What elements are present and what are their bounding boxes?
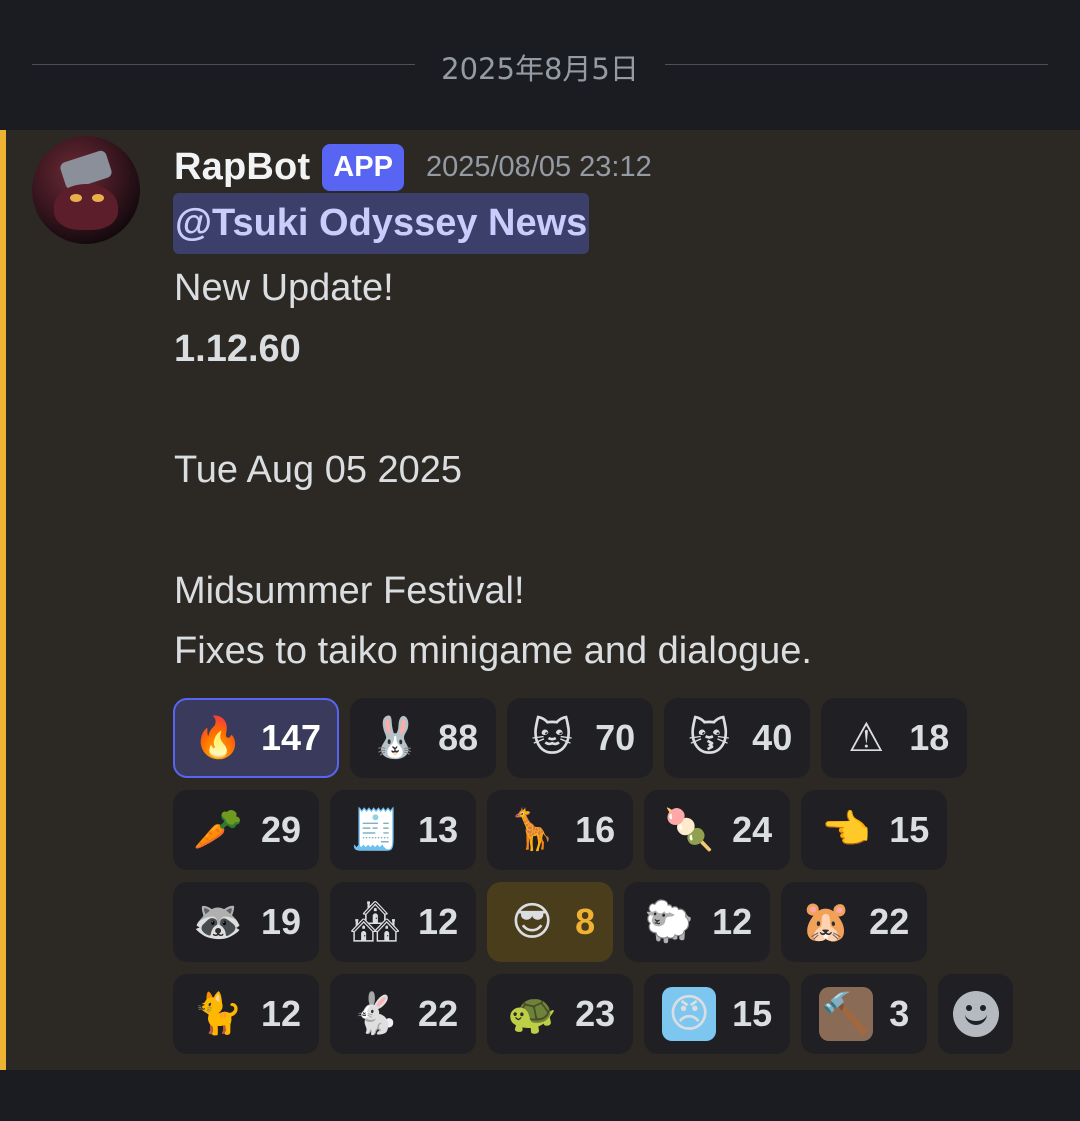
message-header: RapBot APP 2025/08/05 23:12 — [174, 142, 652, 192]
reaction-count: 8 — [575, 901, 596, 942]
divider-line-left — [32, 64, 415, 65]
reaction-button[interactable]: 🐰 88 — [350, 698, 497, 778]
reaction-button[interactable]: 🐑 12 — [624, 882, 771, 962]
add-reaction-button[interactable] — [938, 974, 1013, 1054]
fire-icon: 🔥 — [193, 715, 243, 761]
reaction-button[interactable]: 🍡 24 — [644, 790, 791, 870]
old-raccoon-icon: 🦝 — [193, 899, 243, 945]
reaction-button[interactable]: 🧾 13 — [330, 790, 477, 870]
reaction-count: 19 — [261, 901, 302, 942]
app-badge: APP — [322, 143, 404, 191]
smiley-face-part — [964, 1013, 987, 1025]
smiley-face-part — [979, 1005, 986, 1011]
receipt-icon: 🧾 — [350, 807, 400, 853]
reaction-count: 12 — [712, 901, 753, 942]
reactions-bar: 🔥 147 🐰 88 🐱 70 😽 40 ⚠ 18 🥕 29 🧾 13 🦒 16 🍡 24 👈 15 🦝 19 🏘 12 😎 8 🐑… — [173, 698, 1013, 1066]
reaction-count: 23 — [575, 993, 616, 1034]
reaction-count: 18 — [909, 717, 950, 758]
message[interactable]: RapBot APP 2025/08/05 23:12 @Tsuki Odyss… — [0, 130, 1080, 1070]
reaction-button[interactable]: 🏘 12 — [330, 882, 477, 962]
reaction-button[interactable]: 😎 8 — [487, 882, 614, 962]
giraffe-glasses-icon: 🦒 — [507, 807, 557, 853]
reaction-count: 15 — [889, 809, 930, 850]
highlight-accent-bar — [0, 130, 6, 1070]
white-cat-icon: 🐱 — [531, 715, 573, 761]
ban-hammer-icon: 🔨 — [819, 987, 874, 1041]
reaction-button[interactable]: 😽 40 — [664, 698, 811, 778]
sheep-person-icon: 🐑 — [644, 899, 695, 945]
reaction-row: 🔥 147 🐰 88 🐱 70 😽 40 ⚠ 18 — [173, 698, 1013, 778]
houses-icon: 🏘 — [349, 899, 401, 945]
angry-chick-icon: 😠 — [662, 987, 717, 1041]
reaction-row: 🐈 12 🐇 22 🐢 23 😠 15 🔨 3 — [173, 974, 1013, 1054]
cow-carrot-icon: 🥕 — [193, 807, 243, 853]
reaction-row: 🦝 19 🏘 12 😎 8 🐑 12 🐹 22 — [173, 882, 1013, 962]
reaction-count: 70 — [595, 717, 636, 758]
reaction-button[interactable]: ⚠ 18 — [821, 698, 968, 778]
reaction-count: 12 — [261, 993, 302, 1034]
reaction-count: 16 — [575, 809, 616, 850]
avatar-art-part — [70, 194, 82, 202]
reaction-row: 🥕 29 🧾 13 🦒 16 🍡 24 👈 15 — [173, 790, 1013, 870]
message-line: 1.12.60 — [174, 327, 301, 370]
message-line: New Update! — [174, 267, 394, 309]
reaction-button[interactable]: 🦝 19 — [173, 882, 320, 962]
role-mention[interactable]: @Tsuki Odyssey News — [173, 193, 590, 254]
reaction-count: 88 — [438, 717, 479, 758]
reaction-button[interactable]: 🔥 147 — [173, 698, 340, 778]
username[interactable]: RapBot — [174, 146, 310, 189]
reaction-count: 3 — [889, 993, 910, 1034]
reaction-button[interactable]: 🐇 22 — [330, 974, 477, 1054]
turtle-icon: 🐢 — [507, 991, 557, 1037]
reaction-count: 13 — [418, 809, 459, 850]
reaction-button[interactable]: 🐹 22 — [781, 882, 928, 962]
message-content: New Update! 1.12.60 Tue Aug 05 2025 Midsumm… — [174, 258, 812, 682]
date-divider-area: 2025年8月5日 — [0, 0, 1080, 130]
reaction-button[interactable]: 🐱 70 — [507, 698, 654, 778]
reaction-count: 40 — [752, 717, 793, 758]
reaction-button[interactable]: 🐢 23 — [487, 974, 634, 1054]
pink-blob-icon: 🍡 — [664, 807, 715, 853]
reaction-count: 22 — [869, 901, 910, 942]
pointing-hand-icon: 👈 — [821, 807, 872, 853]
reaction-button[interactable]: 🦒 16 — [487, 790, 634, 870]
message-line: Fixes to taiko minigame and dialogue. — [174, 630, 812, 672]
timestamp[interactable]: 2025/08/05 23:12 — [426, 151, 652, 184]
reaction-button[interactable]: 🥕 29 — [173, 790, 320, 870]
reaction-count: 15 — [732, 993, 773, 1034]
bottom-area — [0, 1070, 1080, 1121]
guinea-pig-icon: 🐹 — [801, 899, 852, 945]
reaction-button[interactable]: 😠 15 — [644, 974, 791, 1054]
bunny-drink-icon: 🐇 — [350, 991, 400, 1037]
bunny-heart-icon: 🐰 — [370, 715, 420, 761]
avatar-art-part — [54, 184, 118, 230]
reaction-count: 147 — [261, 717, 322, 758]
reaction-count: 24 — [732, 809, 773, 850]
reaction-button[interactable]: 👈 15 — [801, 790, 948, 870]
date-divider: 2025年8月5日 — [441, 52, 639, 86]
reaction-button[interactable]: 🐈 12 — [173, 974, 320, 1054]
reaction-button[interactable]: 🔨 3 — [801, 974, 928, 1054]
add-reaction-smiley-icon — [952, 991, 999, 1037]
reaction-count: 22 — [418, 993, 459, 1034]
smiley-face-part — [965, 1005, 972, 1011]
reaction-count: 12 — [418, 901, 459, 942]
warning-icon: ⚠ — [848, 715, 885, 761]
message-line: Midsummer Festival! — [174, 569, 525, 612]
cool-sunglasses-icon: 😎 — [511, 899, 553, 945]
cat-scarf-icon: 🐈 — [193, 991, 243, 1037]
avatar[interactable] — [32, 136, 140, 244]
blushing-cat-icon: 😽 — [688, 715, 731, 761]
divider-line-right — [665, 64, 1048, 65]
message-line: Tue Aug 05 2025 — [174, 448, 463, 491]
reaction-count: 29 — [261, 809, 302, 850]
avatar-art-part — [92, 194, 104, 202]
